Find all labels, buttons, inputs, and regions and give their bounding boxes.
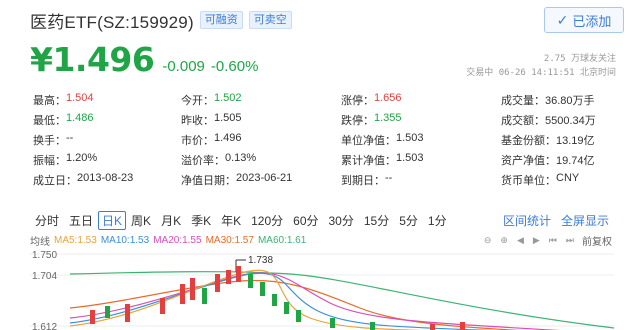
y-axis-label-top: 1.750 <box>32 250 57 261</box>
stat-turnover-rate: 换手： -- <box>33 132 74 147</box>
margin-financing-tag: 可融资 <box>199 11 243 29</box>
y-axis-label-bottom: 1.612 <box>32 322 57 330</box>
ma30-label: MA30:1.57 <box>205 234 254 246</box>
ma60-label: MA60:1.61 <box>257 234 307 246</box>
stat-high: 最高： 1.504 <box>33 92 94 107</box>
stats-row: 最高： 1.504 今开： 1.502 涨停： 1.656 成交量： 36.80万手 <box>33 90 623 110</box>
move-left-icon[interactable]: ◀ <box>517 235 524 246</box>
jump-end-icon[interactable]: ⏭ <box>566 235 574 246</box>
current-price: ¥1.496 <box>30 40 155 79</box>
stat-prev-close: 昨收： 1.505 <box>181 112 242 127</box>
tab-15min[interactable]: 15分 <box>359 212 394 229</box>
tab-daily-k[interactable]: 日K <box>98 210 127 230</box>
chart-tools: ⊖ ⊕ ◀ ▶ ⏮ ⏭ <box>484 235 574 246</box>
stock-title: 医药ETF(SZ:159929) <box>30 12 194 32</box>
stat-accumulated-nav: 累计净值： 1.503 <box>341 152 424 167</box>
ma5-label: MA5:1.53 <box>54 234 97 246</box>
stat-fund-shares: 基金份额： 13.19亿 <box>501 135 595 147</box>
price-row: ¥1.496 -0.009 -0.60% <box>30 40 258 79</box>
zoom-out-icon[interactable]: ⊖ <box>484 235 492 246</box>
range-statistics-link[interactable]: 区间统计 <box>498 212 556 229</box>
tab-intraday[interactable]: 分时 <box>30 212 64 229</box>
stats-grid: 最高： 1.504 今开： 1.502 涨停： 1.656 成交量： 36.80万手 最… <box>33 90 623 190</box>
stat-nav-date: 净值日期： 2023-06-21 <box>181 172 293 187</box>
kline-svg: 1.750 1.704 1.612 1.738 <box>30 250 614 330</box>
y-axis-label-mid: 1.704 <box>32 271 57 282</box>
price-adjust-selector[interactable]: 前复权 <box>582 233 612 248</box>
tab-monthly-k[interactable]: 月K <box>156 212 186 229</box>
ma10-label: MA10:1.53 <box>100 234 150 246</box>
move-right-icon[interactable]: ▶ <box>533 235 540 246</box>
stat-premium-rate: 溢价率： 0.13% <box>181 152 257 167</box>
stats-row: 换手： -- 市价： 1.496 单位净值： 1.503 基金份额： 13.19亿 <box>33 130 623 150</box>
tab-1min[interactable]: 1分 <box>423 212 452 229</box>
chart-period-tabs: 分时 五日 日K 周K 月K 季K 年K 120分 60分 30分 15分 5分… <box>30 210 614 230</box>
stat-market-price: 市价： 1.496 <box>181 132 242 147</box>
stat-low: 最低： 1.486 <box>33 112 94 127</box>
tab-30min[interactable]: 30分 <box>324 212 359 229</box>
stats-row: 振幅： 1.20% 溢价率： 0.13% 累计净值： 1.503 资产净值： 19.74… <box>33 150 623 170</box>
stat-limit-down: 跌停： 1.355 <box>341 112 402 127</box>
tab-60min[interactable]: 60分 <box>288 212 323 229</box>
stat-net-assets: 资产净值： 19.74亿 <box>501 155 595 167</box>
stat-turnover-amount: 成交额： 5500.34万 <box>501 115 596 127</box>
stat-volume: 成交量： 36.80万手 <box>501 95 595 107</box>
price-change: -0.009 <box>162 58 205 75</box>
ma-base-label[interactable]: 均线 <box>30 233 50 248</box>
stat-amplitude: 振幅： 1.20% <box>33 152 98 167</box>
price-change-percent: -0.60% <box>210 58 259 75</box>
ma20-label: MA20:1.55 <box>153 234 202 246</box>
fullscreen-link[interactable]: 全屏显示 <box>556 212 614 229</box>
tab-5min[interactable]: 5分 <box>394 212 423 229</box>
jump-start-icon[interactable]: ⏮ <box>549 235 557 246</box>
tab-120min[interactable]: 120分 <box>246 212 288 229</box>
tab-quarterly-k[interactable]: 季K <box>186 212 216 229</box>
zoom-in-icon[interactable]: ⊕ <box>500 235 508 246</box>
stat-inception-date: 成立日： 2013-08-23 <box>33 172 134 187</box>
short-selling-tag: 可卖空 <box>248 11 292 29</box>
stock-header: 医药ETF(SZ:159929) 可融资 可卖空 <box>30 8 292 32</box>
kline-chart[interactable]: 1.750 1.704 1.612 1.738 <box>30 248 614 330</box>
stat-maturity-date: 到期日： -- <box>341 172 393 187</box>
follow-button[interactable]: ✓ 已添加 <box>544 7 624 33</box>
tab-five-day[interactable]: 五日 <box>64 212 98 229</box>
trading-time: 交易中 06-26 14:11:51 北京时间 <box>466 68 616 78</box>
stat-open: 今开： 1.502 <box>181 92 242 107</box>
tab-weekly-k[interactable]: 周K <box>126 212 156 229</box>
price-adjust-label: 前复权 <box>582 236 612 248</box>
ma5-line <box>69 269 420 330</box>
peak-label: 1.738 <box>248 255 273 266</box>
stats-row: 成立日： 2013-08-23 净值日期： 2023-06-21 到期日： -- 货币… <box>33 170 623 190</box>
followers-count: 2.75 万球友关注 <box>543 54 616 64</box>
stat-unit-nav: 单位净值： 1.503 <box>341 132 424 147</box>
tab-yearly-k[interactable]: 年K <box>216 212 246 229</box>
stat-limit-up: 涨停： 1.656 <box>341 92 402 107</box>
follow-button-label: 已添加 <box>572 13 612 29</box>
stat-currency: 货币单位： CNY <box>501 172 580 187</box>
stats-row: 最低： 1.486 昨收： 1.505 跌停： 1.355 成交额： 5500.34万 <box>33 110 623 130</box>
ma-legend: 均线 MA5:1.53 MA10:1.53 MA20:1.55 MA30:1.5… <box>30 233 612 248</box>
check-icon: ✓ <box>556 11 569 28</box>
